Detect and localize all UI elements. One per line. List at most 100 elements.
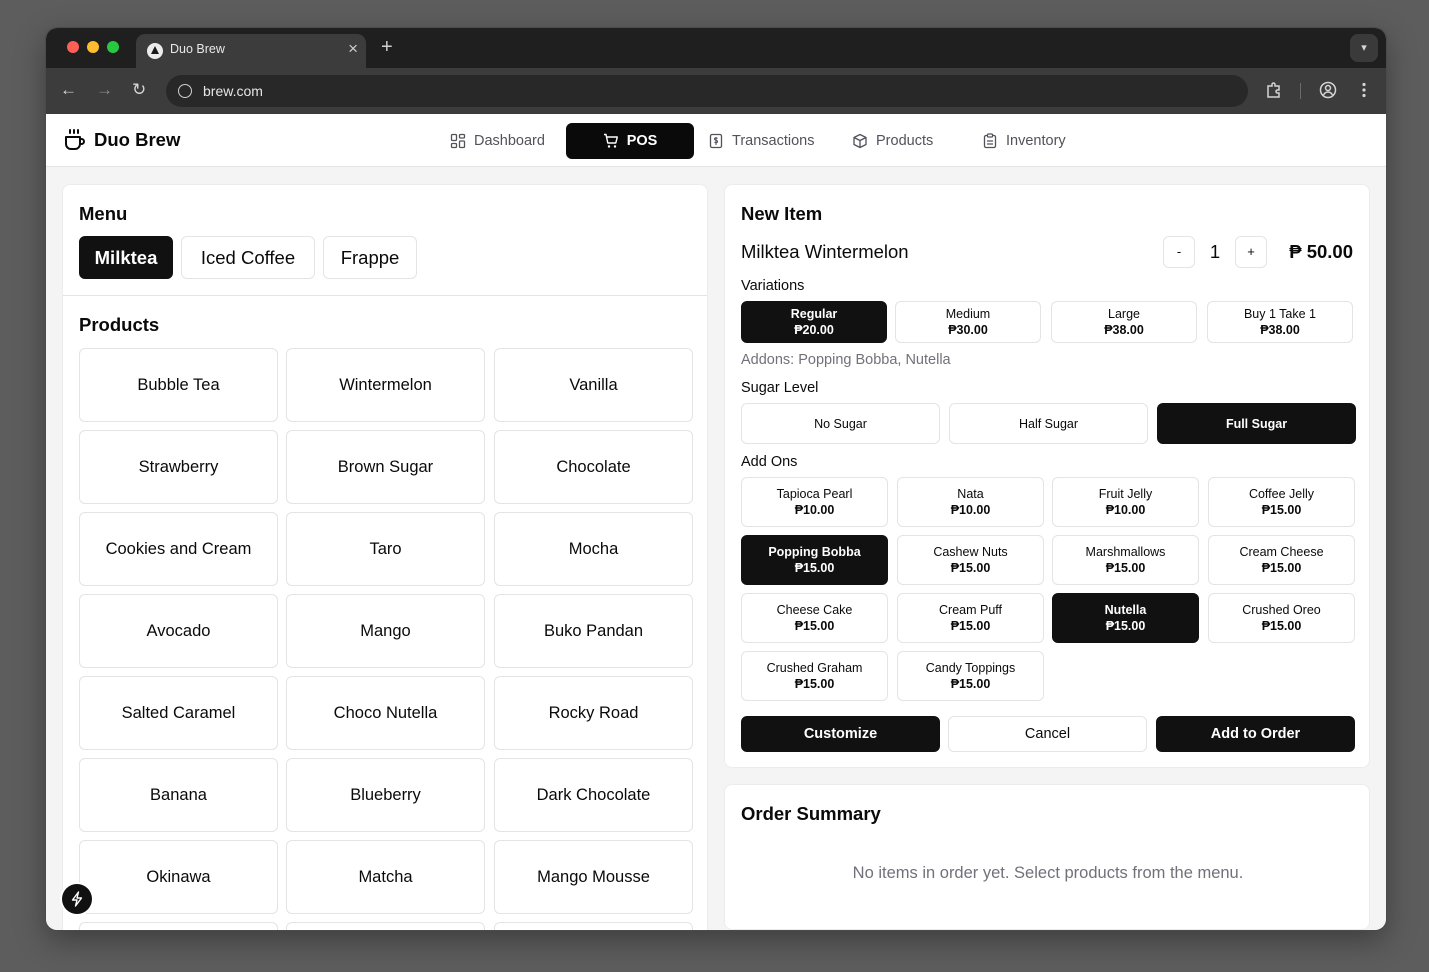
- quantity-value: 1: [1209, 241, 1221, 262]
- nav-dashboard-label: Dashboard: [474, 133, 545, 149]
- category-iced-coffee[interactable]: Iced Coffee: [181, 236, 315, 279]
- products-title: Products: [79, 314, 160, 335]
- order-summary-panel: Order Summary No items in order yet. Sel…: [724, 784, 1370, 930]
- variation-name: Regular: [790, 307, 838, 321]
- nav-dashboard[interactable]: Dashboard: [450, 123, 550, 159]
- product-card-partial[interactable]: [79, 922, 278, 930]
- variation-name: Buy 1 Take 1: [1243, 307, 1317, 321]
- addon-nata[interactable]: Nata ₱10.00: [897, 477, 1044, 527]
- add-to-order-button[interactable]: Add to Order: [1156, 716, 1355, 752]
- product-vanilla[interactable]: Vanilla: [494, 348, 693, 422]
- order-summary-title: Order Summary: [741, 803, 881, 824]
- variation-price: ₱30.00: [948, 323, 988, 337]
- customize-button[interactable]: Customize: [741, 716, 940, 752]
- addon-price: ₱15.00: [794, 677, 835, 691]
- product-wintermelon[interactable]: Wintermelon: [286, 348, 485, 422]
- back-icon[interactable]: ←: [60, 80, 77, 100]
- addon-cream-cheese[interactable]: Cream Cheese ₱15.00: [1208, 535, 1355, 585]
- addon-cashew-nuts[interactable]: Cashew Nuts ₱15.00: [897, 535, 1044, 585]
- url-text: brew.com: [203, 83, 263, 99]
- product-chocolate[interactable]: Chocolate: [494, 430, 693, 504]
- product-avocado[interactable]: Avocado: [79, 594, 278, 668]
- addon-fruit-jelly[interactable]: Fruit Jelly ₱10.00: [1052, 477, 1199, 527]
- site-info-icon[interactable]: [178, 84, 192, 98]
- address-bar[interactable]: brew.com: [166, 75, 1248, 107]
- profile-icon[interactable]: [1319, 81, 1337, 99]
- variation-buy-1-take-1[interactable]: Buy 1 Take 1 ₱38.00: [1207, 301, 1353, 343]
- product-dark-chocolate[interactable]: Dark Chocolate: [494, 758, 693, 832]
- addon-price: ₱10.00: [950, 503, 991, 517]
- menu-title: Menu: [79, 203, 128, 224]
- sugar-no-sugar[interactable]: No Sugar: [741, 403, 940, 444]
- product-taro[interactable]: Taro: [286, 512, 485, 586]
- variation-regular[interactable]: Regular ₱20.00: [741, 301, 887, 343]
- product-choco-nutella[interactable]: Choco Nutella: [286, 676, 485, 750]
- increase-quantity-button[interactable]: +: [1235, 236, 1267, 268]
- extensions-icon[interactable]: [1265, 81, 1283, 99]
- maximize-window-button[interactable]: [107, 41, 119, 53]
- sugar-full-sugar[interactable]: Full Sugar: [1157, 403, 1356, 444]
- close-window-button[interactable]: [67, 41, 79, 53]
- product-mango[interactable]: Mango: [286, 594, 485, 668]
- variation-large[interactable]: Large ₱38.00: [1051, 301, 1197, 343]
- decrease-quantity-button[interactable]: -: [1163, 236, 1195, 268]
- browser-tab[interactable]: Duo Brew ×: [136, 34, 366, 68]
- product-banana[interactable]: Banana: [79, 758, 278, 832]
- product-rocky-road[interactable]: Rocky Road: [494, 676, 693, 750]
- sugar-name: No Sugar: [814, 416, 867, 431]
- tab-search-icon[interactable]: ▾: [1350, 34, 1378, 62]
- variation-medium[interactable]: Medium ₱30.00: [895, 301, 1041, 343]
- cancel-button[interactable]: Cancel: [948, 716, 1147, 752]
- addon-tapioca-pearl[interactable]: Tapioca Pearl ₱10.00: [741, 477, 888, 527]
- new-tab-icon[interactable]: +: [381, 35, 393, 59]
- lightning-icon: [71, 891, 83, 907]
- product-brown-sugar[interactable]: Brown Sugar: [286, 430, 485, 504]
- addon-popping-bobba[interactable]: Popping Bobba ₱15.00: [741, 535, 888, 585]
- addon-nutella[interactable]: Nutella ₱15.00: [1052, 593, 1199, 643]
- product-okinawa[interactable]: Okinawa: [79, 840, 278, 914]
- nav-transactions-label: Transactions: [732, 133, 815, 149]
- category-milktea[interactable]: Milktea: [79, 236, 173, 279]
- menu-panel: Menu Milktea Iced Coffee Frappe Products…: [62, 184, 708, 930]
- product-card-partial[interactable]: [494, 922, 693, 930]
- product-mango-mousse[interactable]: Mango Mousse: [494, 840, 693, 914]
- reload-icon[interactable]: ↻: [132, 80, 146, 100]
- sugar-name: Full Sugar: [1225, 416, 1288, 431]
- addon-crushed-graham[interactable]: Crushed Graham ₱15.00: [741, 651, 888, 701]
- nav-inventory[interactable]: Inventory: [982, 123, 1092, 159]
- nav-transactions[interactable]: Transactions: [708, 123, 833, 159]
- addon-name: Coffee Jelly: [1248, 487, 1315, 501]
- addon-cheese-cake[interactable]: Cheese Cake ₱15.00: [741, 593, 888, 643]
- product-blueberry[interactable]: Blueberry: [286, 758, 485, 832]
- product-card-partial[interactable]: [286, 922, 485, 930]
- product-cookies-and-cream[interactable]: Cookies and Cream: [79, 512, 278, 586]
- add-ons-label: Add Ons: [741, 454, 798, 470]
- addon-cream-puff[interactable]: Cream Puff ₱15.00: [897, 593, 1044, 643]
- product-bubble-tea[interactable]: Bubble Tea: [79, 348, 278, 422]
- addon-candy-toppings[interactable]: Candy Toppings ₱15.00: [897, 651, 1044, 701]
- nav-products[interactable]: Products: [852, 123, 962, 159]
- product-matcha[interactable]: Matcha: [286, 840, 485, 914]
- addon-crushed-oreo[interactable]: Crushed Oreo ₱15.00: [1208, 593, 1355, 643]
- more-menu-icon[interactable]: [1355, 81, 1373, 99]
- addon-price: ₱10.00: [794, 503, 835, 517]
- addon-marshmallows[interactable]: Marshmallows ₱15.00: [1052, 535, 1199, 585]
- minimize-window-button[interactable]: [87, 41, 99, 53]
- sugar-half-sugar[interactable]: Half Sugar: [949, 403, 1148, 444]
- brand-name: Duo Brew: [94, 129, 181, 150]
- addon-name: Cashew Nuts: [933, 545, 1008, 559]
- sugar-name: Half Sugar: [1018, 416, 1079, 431]
- forward-icon[interactable]: →: [96, 80, 113, 100]
- product-salted-caramel[interactable]: Salted Caramel: [79, 676, 278, 750]
- sugar-level-label: Sugar Level: [741, 380, 819, 396]
- cart-icon: [603, 133, 618, 148]
- nav-pos[interactable]: POS: [566, 123, 694, 159]
- product-mocha[interactable]: Mocha: [494, 512, 693, 586]
- dev-tools-button[interactable]: [62, 884, 92, 914]
- toolbar-divider: [1300, 83, 1301, 99]
- addon-coffee-jelly[interactable]: Coffee Jelly ₱15.00: [1208, 477, 1355, 527]
- category-frappe[interactable]: Frappe: [323, 236, 417, 279]
- product-buko-pandan[interactable]: Buko Pandan: [494, 594, 693, 668]
- product-strawberry[interactable]: Strawberry: [79, 430, 278, 504]
- tab-close-icon[interactable]: ×: [348, 39, 358, 59]
